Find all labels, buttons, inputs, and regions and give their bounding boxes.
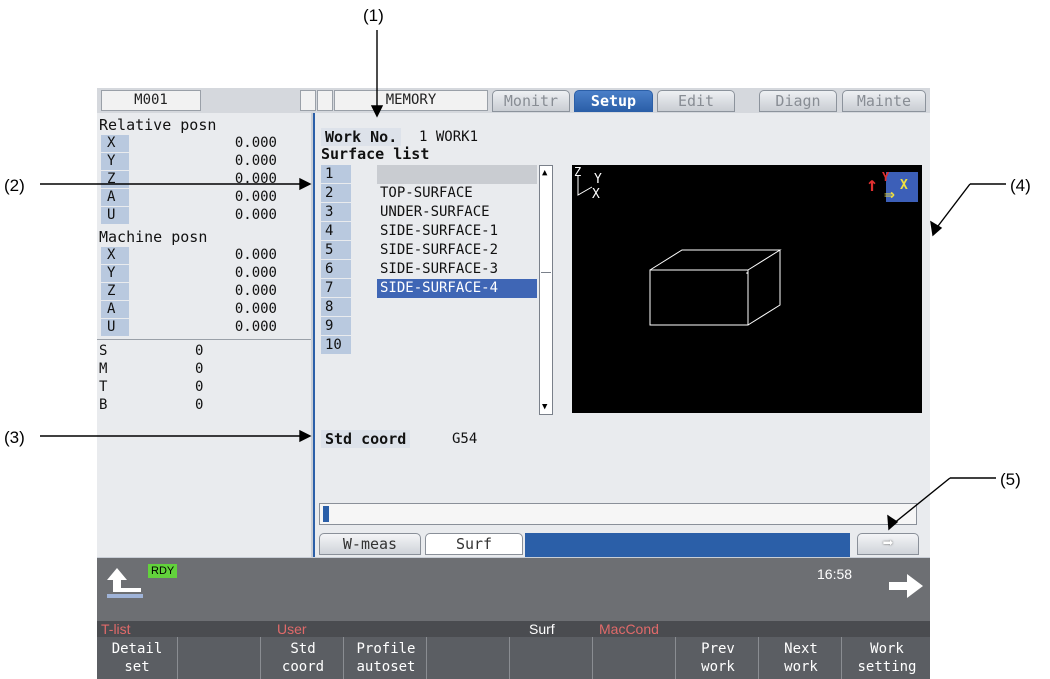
callout-lines <box>40 30 1006 531</box>
